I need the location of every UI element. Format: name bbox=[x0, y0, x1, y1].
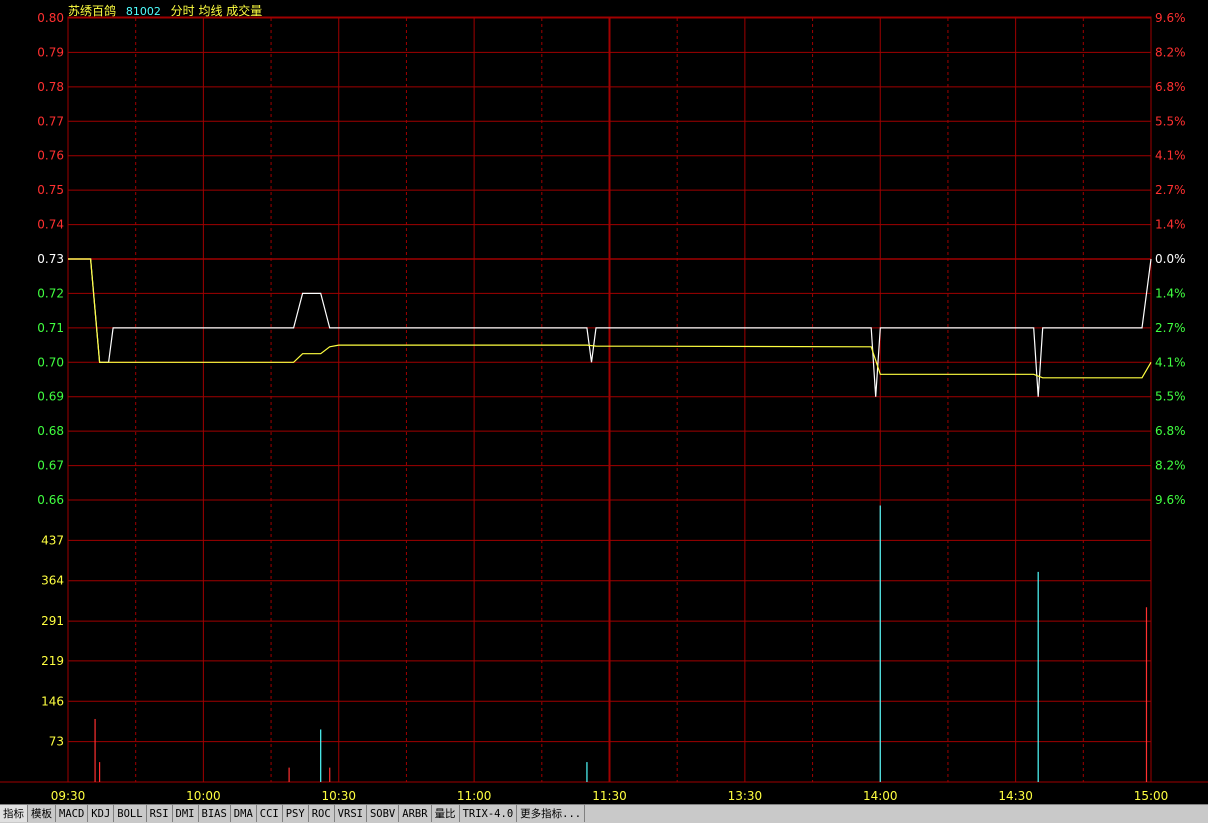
time-tick-label: 11:00 bbox=[457, 789, 492, 803]
indicator-tab-12[interactable]: VRSI bbox=[335, 805, 367, 822]
indicator-tab-15[interactable]: 量比 bbox=[432, 805, 460, 822]
pct-tick-label: 8.2% bbox=[1155, 459, 1186, 473]
pct-tick-label: 5.5% bbox=[1155, 390, 1186, 404]
volume-tick-label: 291 bbox=[41, 614, 64, 628]
pct-tick-label: 4.1% bbox=[1155, 149, 1186, 163]
indicator-tab-4[interactable]: BOLL bbox=[114, 805, 147, 822]
indicator-tab-16[interactable]: TRIX-4.0 bbox=[460, 805, 518, 822]
indicator-tab-5[interactable]: RSI bbox=[147, 805, 173, 822]
price-tick-label: 0.76 bbox=[37, 149, 64, 163]
time-tick-label: 13:30 bbox=[728, 789, 763, 803]
price-tick-label: 0.67 bbox=[37, 459, 64, 473]
volume-tick-label: 73 bbox=[49, 735, 64, 749]
volume-tick-label: 437 bbox=[41, 533, 64, 547]
timeshare-chart[interactable]: 0.80 9.6% 0.79 8.2% 0.78 6.8% 0.77 5.5% 0.76 4.1%… bbox=[0, 0, 1208, 804]
price-tick-label: 0.74 bbox=[37, 218, 64, 232]
price-tick-label: 0.80 bbox=[37, 11, 64, 25]
price-tick-label: 0.73 bbox=[37, 252, 64, 266]
time-tick-label: 14:30 bbox=[998, 789, 1033, 803]
pct-tick-label: 4.1% bbox=[1155, 355, 1186, 369]
time-tick-label: 10:00 bbox=[186, 789, 221, 803]
stock-name: 苏绣百鸽 bbox=[68, 4, 117, 18]
indicator-tab-9[interactable]: CCI bbox=[257, 805, 283, 822]
indicator-tab-8[interactable]: DMA bbox=[231, 805, 257, 822]
pct-tick-label: 6.8% bbox=[1155, 424, 1186, 438]
indicator-tab-7[interactable]: BIAS bbox=[199, 805, 231, 822]
price-tick-label: 0.69 bbox=[37, 390, 64, 404]
pct-tick-label: 0.0% bbox=[1155, 252, 1186, 266]
time-tick-label: 15:00 bbox=[1134, 789, 1169, 803]
pct-tick-label: 9.6% bbox=[1155, 11, 1186, 25]
indicator-tab-14[interactable]: ARBR bbox=[399, 805, 432, 822]
price-tick-label: 0.68 bbox=[37, 424, 64, 438]
pct-tick-label: 6.8% bbox=[1155, 80, 1186, 94]
price-tick-label: 0.79 bbox=[37, 45, 64, 59]
stock-code: 81002 bbox=[125, 5, 161, 18]
pct-tick-label: 1.4% bbox=[1155, 218, 1186, 232]
price-tick-label: 0.71 bbox=[37, 321, 64, 335]
indicator-tab-17[interactable]: 更多指标... bbox=[517, 805, 586, 822]
volume-tick-label: 364 bbox=[41, 574, 64, 588]
price-tick-label: 0.66 bbox=[37, 493, 64, 507]
indicator-tab-3[interactable]: KDJ bbox=[88, 805, 115, 822]
price-tick-label: 0.75 bbox=[37, 183, 64, 197]
time-tick-label: 14:00 bbox=[863, 789, 898, 803]
volume-tick-label: 219 bbox=[41, 654, 64, 668]
pct-tick-label: 5.5% bbox=[1155, 114, 1186, 128]
volume-tick-label: 146 bbox=[41, 694, 64, 708]
indicator-tab-2[interactable]: MACD bbox=[56, 805, 89, 822]
price-tick-label: 0.77 bbox=[37, 114, 64, 128]
price-tick-label: 0.72 bbox=[37, 286, 64, 300]
pct-tick-label: 1.4% bbox=[1155, 286, 1186, 300]
price-tick-label: 0.78 bbox=[37, 80, 64, 94]
chart-labels: 分时 均线 成交量 bbox=[170, 4, 263, 18]
pct-tick-label: 9.6% bbox=[1155, 493, 1186, 507]
price-tick-label: 0.70 bbox=[37, 355, 64, 369]
indicator-tab-6[interactable]: DMI bbox=[173, 805, 199, 822]
pct-tick-label: 8.2% bbox=[1155, 45, 1186, 59]
pct-tick-label: 2.7% bbox=[1155, 321, 1186, 335]
chart-header: 苏绣百鸽 81002 分时 均线 成交量 bbox=[68, 2, 268, 19]
indicator-tab-bar: 指标 模板 MACD KDJ BOLL RSI DMI BIAS DMA CCI PSY ROC VRS… bbox=[0, 804, 1208, 823]
time-tick-label: 10:30 bbox=[321, 789, 356, 803]
time-tick-label: 11:30 bbox=[592, 789, 627, 803]
pct-tick-label: 2.7% bbox=[1155, 183, 1186, 197]
indicator-tab-13[interactable]: SOBV bbox=[367, 805, 400, 822]
time-tick-label: 09:30 bbox=[51, 789, 86, 803]
indicator-tab-0[interactable]: 指标 bbox=[0, 805, 28, 822]
indicator-tab-10[interactable]: PSY bbox=[283, 805, 309, 822]
indicator-tab-1[interactable]: 模板 bbox=[28, 805, 56, 822]
indicator-tab-11[interactable]: ROC bbox=[309, 805, 335, 822]
